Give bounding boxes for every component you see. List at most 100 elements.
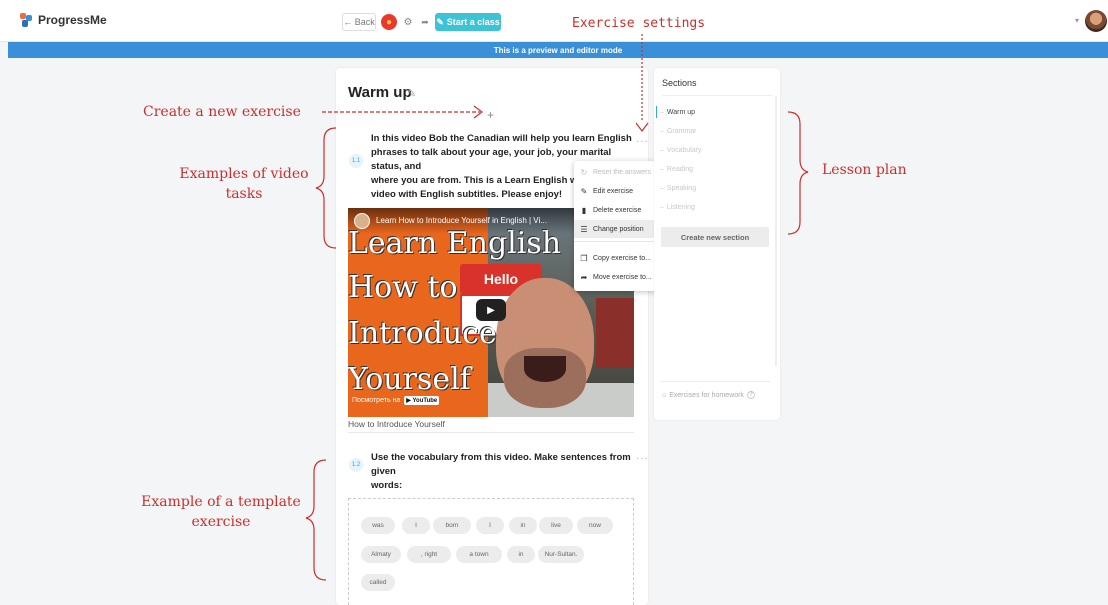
video-overlay-text: How to (348, 270, 458, 305)
video-overlay-text: Introduce (348, 316, 497, 351)
video-tasks-brace (315, 127, 337, 249)
app-name: ProgressMe (38, 13, 107, 27)
video-title[interactable]: Learn How to Introduce Yourself in Engli… (376, 216, 547, 225)
section-item-grammar[interactable]: – Grammar (660, 128, 696, 135)
annotation-line: Example of a template (141, 494, 301, 510)
divider (348, 432, 634, 433)
preview-banner: This is a preview and editor mode (8, 42, 1108, 58)
copy-icon: ❐ (580, 253, 588, 263)
video-overlay-text: Yourself (348, 362, 471, 397)
annotation-template-exercise: Example of a template exercise (130, 492, 312, 532)
section-item-vocabulary[interactable]: – Vocabulary (660, 147, 702, 154)
current-section-indicator (656, 106, 657, 118)
watch-on-youtube[interactable]: Посмотреть на ▶ YouTube (352, 396, 440, 405)
instruction-line: In this video Bob the Canadian will help… (371, 133, 632, 144)
reorder-icon: ☰ (580, 224, 588, 234)
lesson-plan-brace (787, 111, 809, 235)
share-icon[interactable]: ➦ (417, 14, 433, 30)
section-label: Reading (666, 166, 693, 173)
word-chip[interactable]: a town (456, 546, 502, 563)
menu-item-label: Move exercise to... (593, 273, 652, 281)
video-barn (596, 298, 634, 368)
lesson-title: Warm up (348, 84, 412, 101)
menu-item-label: Reset the answers (593, 168, 651, 176)
menu-item-label: Edit exercise (593, 187, 634, 195)
menu-item-copy[interactable]: ❐ Copy exercise to... (574, 249, 658, 267)
exercise-settings-button[interactable]: ··· (636, 136, 649, 147)
home-icon: ⌂ (662, 391, 667, 399)
section-label: Vocabulary (666, 147, 702, 154)
mask-icon[interactable]: ● (381, 14, 397, 30)
chevron-down-icon[interactable]: ▾ (1075, 16, 1079, 25)
menu-item-edit[interactable]: ✎ Edit exercise (574, 182, 658, 200)
app-logo[interactable]: ProgressMe (20, 13, 107, 27)
word-chip[interactable]: I (476, 517, 504, 534)
word-chip[interactable]: in (507, 546, 535, 563)
scrollbar[interactable] (775, 96, 777, 366)
word-chip[interactable]: in (509, 517, 537, 534)
exercise-instructions: Use the vocabulary from this video. Make… (371, 451, 633, 493)
menu-item-reset[interactable]: ↻ Reset the answers (574, 163, 658, 181)
annotation-line: tasks (225, 186, 263, 202)
create-section-button[interactable]: Create new section (661, 227, 769, 247)
annotation-lesson-plan: Lesson plan (822, 162, 907, 178)
word-chip[interactable]: Nur-Sultan. (538, 546, 584, 563)
channel-avatar[interactable] (354, 213, 370, 229)
trash-icon: ▮ (581, 205, 587, 215)
top-bar: ProgressMe ← Back ● ⚙ ➦ ✎ Start a class … (0, 0, 1108, 42)
divider (660, 381, 770, 382)
section-item-warm-up[interactable]: – Warm up (660, 109, 695, 116)
word-chip[interactable]: I (402, 517, 430, 534)
menu-item-delete[interactable]: ▮ Delete exercise (574, 201, 658, 219)
video-caption: How to Introduce Yourself (348, 419, 445, 429)
avatar[interactable] (1085, 10, 1107, 32)
menu-item-label: Delete exercise (593, 206, 642, 214)
gear-icon[interactable]: ⚙ (400, 14, 416, 30)
section-label: Speaking (666, 185, 697, 192)
section-label: Warm up (666, 109, 696, 116)
word-bank: was I born I in live now Almaty , right … (348, 498, 634, 605)
reset-icon: ↻ (580, 167, 588, 177)
back-button[interactable]: ← Back (342, 13, 376, 31)
start-class-button[interactable]: ✎ Start a class (435, 13, 501, 31)
exercise-settings-menu: ↻ Reset the answers ✎ Edit exercise ▮ De… (574, 161, 658, 291)
exercise-number: 1.2 (349, 458, 363, 472)
pencil-icon: ✎ (580, 186, 588, 196)
annotation-line: Examples of video (179, 166, 309, 182)
presenter-mouth (524, 356, 566, 382)
divider (662, 95, 772, 96)
homework-label: Exercises for homework (669, 391, 744, 399)
menu-item-change-position[interactable]: ☰ Change position (574, 220, 658, 238)
menu-item-move[interactable]: ➦ Move exercise to... (574, 268, 658, 286)
section-item-reading[interactable]: – Reading (660, 166, 693, 173)
play-icon[interactable]: ▶ (476, 299, 506, 321)
youtube-logo-icon: ▶ YouTube (404, 396, 440, 405)
word-chip[interactable]: born (433, 517, 471, 534)
add-exercise-button[interactable]: + (487, 108, 494, 122)
word-chip[interactable]: live (539, 517, 573, 534)
word-chip[interactable]: was (361, 517, 395, 534)
menu-item-label: Copy exercise to... (593, 254, 651, 262)
edit-title-icon[interactable]: ✎ (407, 87, 416, 100)
instruction-line: words: (371, 480, 403, 491)
start-class-label: Start a class (446, 17, 500, 27)
section-item-speaking[interactable]: – Speaking (660, 185, 696, 192)
word-chip[interactable]: called (361, 574, 395, 591)
section-label: Grammar (666, 128, 697, 135)
exercise-settings-button[interactable]: ··· (636, 453, 649, 464)
youtube-label: YouTube (412, 398, 438, 404)
word-chip[interactable]: Almaty (361, 546, 401, 563)
help-icon[interactable]: ? (746, 391, 755, 399)
word-chip[interactable]: , right (407, 546, 451, 563)
sections-title: Sections (662, 78, 697, 88)
homework-link[interactable]: ⌂ Exercises for homework ? (662, 391, 755, 399)
arrow-icon: ➦ (580, 272, 588, 282)
annotation-exercise-settings: Exercise settings (572, 16, 706, 31)
lesson-panel: Warm up ✎ + 1.1 In this video Bob the Ca… (336, 68, 648, 605)
word-chip[interactable]: now (577, 517, 613, 534)
sections-panel: Sections – Warm up – Grammar – Vocabulary –… (654, 68, 780, 420)
section-item-listening[interactable]: – Listening (660, 204, 695, 211)
progressme-logo-icon (20, 13, 32, 27)
annotation-video-tasks: Examples of video tasks (170, 164, 318, 204)
rocket-icon: ✎ (436, 16, 444, 27)
